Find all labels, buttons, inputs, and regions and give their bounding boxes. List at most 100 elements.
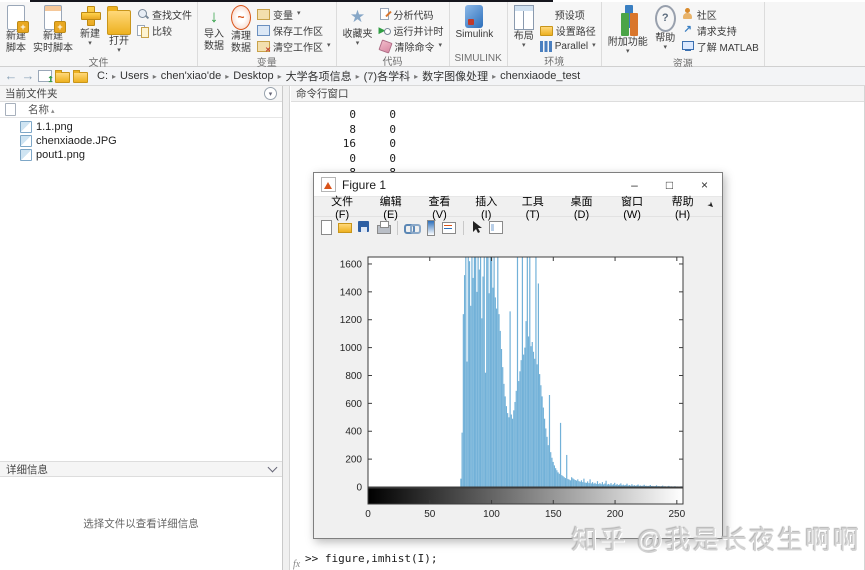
ribbon-small-button[interactable]: 清空工作区 ▾: [255, 39, 333, 54]
panel-splitter[interactable]: [283, 86, 290, 570]
link-plot-icon[interactable]: [404, 220, 421, 235]
ribbon-button[interactable]: 附加功能 ▾: [605, 4, 651, 55]
ribbon-small-button[interactable]: 查找文件: [135, 7, 194, 22]
address-bar: ← → C:▸Users▸chen'xiao'de▸Desktop▸大学各项信息…: [0, 67, 865, 86]
details-header[interactable]: 详细信息: [0, 461, 282, 477]
svg-text:1600: 1600: [340, 259, 363, 270]
svg-text:100: 100: [483, 509, 500, 520]
compare-icon: [137, 24, 149, 38]
new-figure-icon[interactable]: [319, 220, 334, 235]
ribbon-small-button[interactable]: 比较: [135, 23, 194, 38]
ribbon-small-button[interactable]: Parallel ▾: [538, 39, 598, 53]
list-item[interactable]: pout1.png: [0, 148, 282, 162]
svg-text:0: 0: [365, 509, 371, 520]
output-value: 0: [349, 151, 356, 165]
edit-plot-icon[interactable]: [470, 220, 485, 235]
ribbon-small-button-label: 保存工作区: [273, 26, 323, 38]
ribbon-button[interactable]: 导入 数据: [201, 4, 227, 52]
svg-text:250: 250: [668, 509, 685, 520]
figure-menu-item[interactable]: 工具(T): [509, 193, 557, 221]
learn-matlab-icon: [681, 40, 694, 52]
up-one-level-icon[interactable]: [38, 70, 54, 84]
chevron-down-icon: [267, 462, 278, 473]
ribbon-small-button[interactable]: 清除命令 ▾: [377, 38, 446, 54]
figure-menu-item[interactable]: 帮助(H): [658, 193, 707, 221]
breadcrumb-item[interactable]: (7)各学科: [362, 68, 412, 84]
ribbon-small-button[interactable]: 社区: [680, 7, 761, 22]
ribbon-button-label: 布局: [513, 31, 534, 42]
breadcrumb-separator-icon: ▸: [414, 71, 419, 81]
output-value: 0: [389, 122, 396, 136]
watermark: 知乎 @我是长夜生啊啊: [571, 525, 861, 555]
svg-text:0: 0: [356, 483, 362, 494]
file-list-column-header[interactable]: 名称 ▴: [0, 102, 282, 118]
browse-folder-icon[interactable]: [55, 69, 70, 83]
svg-text:50: 50: [424, 509, 436, 520]
ribbon-button[interactable]: Simulink: [453, 4, 497, 41]
ribbon-small-button-label: 分析代码: [393, 10, 434, 22]
property-inspector-icon[interactable]: [489, 220, 504, 235]
insert-colorbar-icon[interactable]: [423, 220, 438, 236]
ribbon-button-label: 帮助: [655, 33, 676, 44]
svg-text:1000: 1000: [340, 343, 363, 354]
ribbon-small-button[interactable]: 分析代码: [377, 7, 446, 22]
print-figure-icon[interactable]: [376, 220, 391, 235]
figure-menu-item[interactable]: 编辑(E): [366, 193, 415, 221]
new-icon: [80, 5, 101, 28]
figure-menu-item[interactable]: 桌面(D): [557, 193, 606, 221]
ribbon-group: 收藏夹▾分析代码运行并计时清除命令▾代码: [337, 2, 450, 68]
figure-title: Figure 1: [342, 177, 387, 192]
breadcrumb-item[interactable]: Users: [118, 70, 151, 82]
ribbon-small-button[interactable]: 了解 MATLAB: [680, 39, 761, 54]
insert-legend-icon[interactable]: [442, 220, 457, 235]
ribbon-button[interactable]: 收藏夹▾: [340, 4, 376, 47]
ribbon-small-button[interactable]: 保存工作区: [255, 23, 333, 38]
chevron-down-icon: ▾: [88, 39, 92, 47]
add-ons-icon: [620, 13, 629, 36]
list-item[interactable]: 1.1.png: [0, 120, 282, 134]
figure-menu-item[interactable]: 文件(F): [318, 193, 366, 221]
svg-text:200: 200: [607, 509, 624, 520]
breadcrumb-item[interactable]: chen'xiao'de: [159, 70, 223, 82]
ribbon-button[interactable]: 打开 ▾: [104, 4, 134, 54]
ribbon-group: 导入 数据清理 数据变量 ▾ 保存工作区清空工作区 ▾ 变量: [198, 2, 337, 69]
figure-menu-item[interactable]: 窗口(W): [606, 193, 658, 221]
breadcrumb-item[interactable]: 大学各项信息: [284, 68, 354, 84]
svg-text:800: 800: [345, 371, 362, 382]
figure-menu-item[interactable]: 查看(V): [415, 193, 464, 221]
figure-menu-item[interactable]: 插入(I): [464, 193, 509, 221]
parallel-icon: [539, 40, 552, 52]
ribbon-small-button[interactable]: 请求支持: [680, 23, 761, 38]
ribbon-button[interactable]: 新建 ▾: [77, 4, 103, 47]
panel-menu-icon[interactable]: ▾: [264, 87, 277, 100]
ribbon-button[interactable]: 帮助▾: [652, 4, 679, 51]
ribbon-group: 新建 脚本新建 实时脚本新建▾打开▾查找文件比较文件: [0, 2, 198, 69]
function-hints-button[interactable]: fx: [293, 559, 300, 570]
ribbon-small-button[interactable]: 设置路径: [538, 23, 598, 38]
ribbon-button[interactable]: 新建 实时脚本: [30, 4, 76, 54]
ribbon-small-button[interactable]: 预设项: [538, 7, 598, 22]
chevron-down-icon: ▾: [297, 10, 301, 17]
analyze-code-icon: [379, 8, 391, 20]
forward-icon[interactable]: →: [21, 69, 35, 83]
image-file-icon: [20, 149, 32, 161]
chevron-down-icon: ▾: [355, 39, 360, 47]
list-item[interactable]: chenxiaode.JPG: [0, 134, 282, 148]
menu-overflow-icon[interactable]: ➤: [706, 200, 720, 214]
breadcrumb-item[interactable]: chenxiaode_test: [498, 70, 582, 82]
breadcrumb-item[interactable]: Desktop: [231, 70, 275, 82]
ribbon-small-button[interactable]: 变量 ▾: [255, 7, 333, 22]
ribbon-button[interactable]: 布局 ▾: [511, 4, 537, 49]
figure-app-icon: [321, 177, 336, 192]
breadcrumb-item[interactable]: 数字图像处理: [420, 68, 490, 84]
back-icon[interactable]: ←: [4, 69, 18, 83]
ribbon-button[interactable]: 新建 脚本: [3, 4, 29, 54]
open-file-icon[interactable]: [338, 220, 353, 235]
save-figure-icon[interactable]: [357, 220, 372, 235]
import-data-icon: [205, 5, 223, 28]
breadcrumb-item[interactable]: C:: [95, 70, 110, 82]
ribbon-small-button[interactable]: 运行并计时: [377, 23, 446, 38]
details-body: 选择文件以查看详细信息: [0, 477, 282, 570]
ribbon-button[interactable]: 清理 数据: [228, 4, 254, 54]
command-prompt[interactable]: >> figure,imhist(I);: [305, 552, 437, 565]
